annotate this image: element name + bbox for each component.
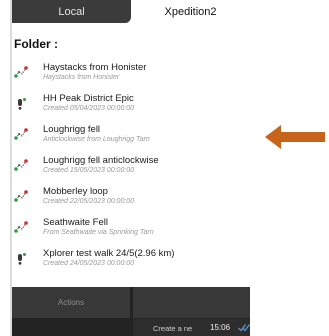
waypoint-icon	[18, 253, 26, 265]
tab-xpedition2[interactable]: Xpedition2	[131, 0, 250, 23]
waypoint-icon	[18, 98, 26, 110]
route-subtitle: Haystacks from Honister	[43, 74, 120, 81]
route-name: Xplorer test walk 24/5(2.96 km)	[43, 248, 175, 259]
route-icon	[14, 159, 28, 171]
route-name: Mobberley loop	[43, 186, 108, 197]
route-item[interactable]: Xplorer test walk 24/5(2.96 km) Created 2…	[12, 245, 250, 276]
toolbar-button[interactable]	[133, 287, 250, 318]
route-name: Haystacks from Honister	[43, 62, 147, 73]
route-subtitle: Created 24/05/2023 00:00:00	[43, 260, 135, 267]
tab-local[interactable]: Local	[12, 0, 131, 23]
actions-button[interactable]: Actions	[12, 287, 130, 318]
route-item[interactable]: Loughrigg fell anticlockwise Created 15/0…	[12, 152, 250, 183]
route-name: Loughrigg fell	[43, 124, 101, 135]
route-list: Haystacks from Honister Haystacks from Ho…	[12, 59, 250, 276]
route-name: Loughrigg fell anticlockwise	[43, 155, 159, 166]
route-name: HH Peak District Epic	[43, 93, 134, 104]
route-name: Seathwaite Fell	[43, 217, 108, 228]
route-item[interactable]: Haystacks from Honister Haystacks from Ho…	[12, 59, 250, 90]
left-arrow-icon	[265, 125, 325, 149]
folder-label: Folder :	[14, 37, 58, 51]
create-new-label: Create a ne	[153, 324, 193, 333]
route-item[interactable]: Loughrigg fell Anticlockwise from Loughri…	[12, 121, 250, 152]
app-screen: Local Xpedition2 Folder : Haystacks from…	[10, 0, 250, 336]
route-item[interactable]: Mobberley loop Created 22/05/2023 00:00:0…	[12, 183, 250, 214]
tab-bar: Local Xpedition2	[12, 0, 250, 23]
route-subtitle: Created 05/04/2023 00:00:00	[43, 105, 135, 112]
route-icon	[14, 66, 28, 78]
route-icon	[14, 221, 28, 233]
route-subtitle: Created 15/05/2023 00:00:00	[43, 167, 135, 174]
route-subtitle: From Seathwaite via Sprinking Tarn	[43, 229, 154, 236]
route-item[interactable]: Seathwaite Fell From Seathwaite via Sprin…	[12, 214, 250, 245]
create-new-button[interactable]: Create a ne	[133, 319, 250, 336]
route-subtitle: Anticlockwise from Loughrigg Tarn	[43, 136, 150, 143]
route-icon	[14, 128, 28, 140]
route-subtitle: Created 22/05/2023 00:00:00	[43, 198, 135, 205]
status-clock: 15:06	[210, 323, 231, 332]
route-item[interactable]: HH Peak District Epic Created 05/04/2023 …	[12, 90, 250, 121]
route-icon	[14, 190, 28, 202]
double-check-icon	[238, 324, 250, 332]
